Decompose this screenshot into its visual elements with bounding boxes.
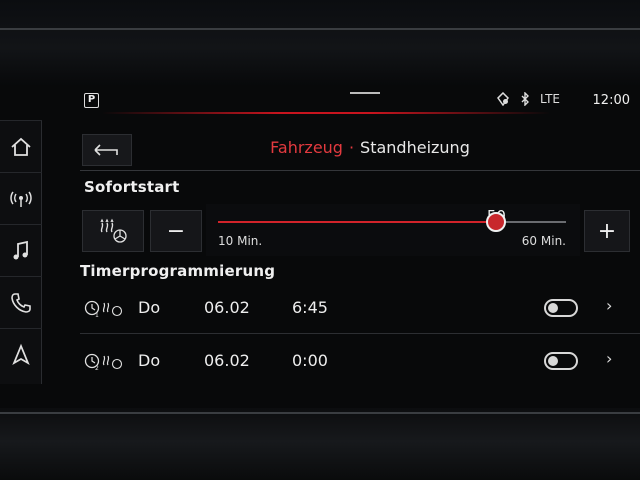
timer-toggle[interactable] <box>544 352 578 370</box>
svg-text:1: 1 <box>95 312 99 318</box>
slider-knob[interactable] <box>486 212 507 232</box>
sofortstart-label: Sofortstart <box>84 178 180 196</box>
timer-heater-icon: 1 <box>84 300 123 318</box>
breadcrumb-current: Standheizung <box>360 138 470 157</box>
timer-time: 0:00 <box>292 351 328 370</box>
svg-text:2: 2 <box>95 365 99 371</box>
sidebar-item-media[interactable] <box>0 224 42 276</box>
heater-fan-icon <box>100 218 127 243</box>
sofortstart-heater-button[interactable] <box>82 210 144 252</box>
sidebar-item-radio[interactable] <box>0 172 42 224</box>
sidebar <box>0 120 42 384</box>
timer-row-1[interactable]: 1 Do 06.02 6:45 › <box>80 286 640 330</box>
status-icons: LTE <box>496 92 560 106</box>
radio-icon <box>10 191 32 207</box>
row-divider <box>80 333 640 334</box>
timer-row-2[interactable]: 2 Do 06.02 0:00 › <box>80 339 640 383</box>
bezel-highlight-top <box>0 28 640 30</box>
back-button[interactable] <box>82 134 132 166</box>
timer-date: 06.02 <box>204 298 250 317</box>
sidebar-item-navigation[interactable] <box>0 328 42 380</box>
slider-fill <box>218 221 497 223</box>
timer-label: Timerprogrammierung <box>80 262 276 280</box>
timer-day: Do <box>138 351 161 370</box>
timer-toggle[interactable] <box>544 299 578 317</box>
infotainment-screen: P LTE 12:00 Fahrzeug · Standheizung Sofo… <box>0 86 640 408</box>
header-divider <box>80 170 640 171</box>
back-arrow-icon <box>94 144 118 156</box>
breadcrumb-separator: · <box>348 138 355 157</box>
sidebar-item-home[interactable] <box>0 120 42 172</box>
decrease-duration-button[interactable]: − <box>150 210 202 252</box>
slider-track[interactable]: 50 <box>218 207 566 232</box>
timer-heater-icon: 2 <box>84 353 123 371</box>
phone-icon <box>11 292 31 313</box>
duration-slider[interactable]: 50 10 Min. 60 Min. <box>206 204 580 256</box>
chevron-right-icon[interactable]: › <box>606 349 612 368</box>
navigation-icon <box>12 343 30 365</box>
increase-duration-button[interactable]: + <box>584 210 630 252</box>
slider-min-label: 10 Min. <box>218 234 263 248</box>
timer-time: 6:45 <box>292 298 328 317</box>
breadcrumb-parent[interactable]: Fahrzeug <box>270 138 343 157</box>
timer-day: Do <box>138 298 161 317</box>
sidebar-item-phone[interactable] <box>0 276 42 328</box>
location-icon <box>497 92 510 106</box>
bluetooth-icon <box>521 92 530 106</box>
clock: 12:00 <box>592 93 630 108</box>
timer-date: 06.02 <box>204 351 250 370</box>
parking-icon: P <box>84 93 99 108</box>
bezel-highlight-bottom <box>0 412 640 414</box>
home-icon <box>11 137 31 156</box>
music-icon <box>13 240 28 259</box>
chevron-right-icon[interactable]: › <box>606 296 612 315</box>
pulldown-handle[interactable] <box>350 92 380 94</box>
status-bar: P LTE 12:00 <box>72 86 640 114</box>
page-title: Fahrzeug · Standheizung <box>140 138 600 157</box>
lte-signal-icon: LTE <box>540 92 560 106</box>
slider-max-label: 60 Min. <box>521 234 566 248</box>
